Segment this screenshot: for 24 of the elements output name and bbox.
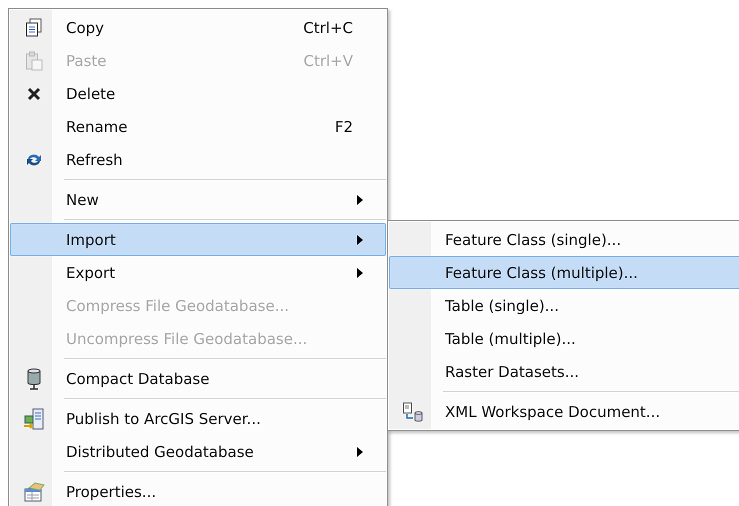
menu-item[interactable]: Refresh	[10, 143, 386, 176]
submenu-item[interactable]: Table (single)...	[389, 289, 739, 322]
properties-icon	[23, 482, 45, 502]
submenu-item[interactable]: Table (multiple)...	[389, 322, 739, 355]
submenu-item[interactable]: XML Workspace Document...	[389, 395, 739, 428]
menu-item[interactable]: Export	[10, 256, 386, 289]
database-icon	[25, 368, 43, 390]
menu-item[interactable]: Copy Ctrl+C	[10, 11, 386, 44]
delete-icon	[27, 86, 41, 100]
menu-item[interactable]: Properties...	[10, 475, 386, 506]
submenu-item[interactable]: Feature Class (multiple)...	[389, 256, 739, 289]
server-icon	[23, 408, 45, 430]
menu-item[interactable]: New	[10, 183, 386, 216]
document-to-database-icon	[402, 402, 424, 422]
submenu-item[interactable]: Raster Datasets...	[389, 355, 739, 388]
clipboard-icon	[25, 50, 43, 70]
submenu-item[interactable]: Feature Class (single)...	[389, 223, 739, 256]
menu-item[interactable]: Rename F2	[10, 110, 386, 143]
menu-item[interactable]: Import	[10, 223, 386, 256]
menu-item[interactable]: Delete	[10, 77, 386, 110]
menu-item[interactable]: Distributed Geodatabase	[10, 435, 386, 468]
copy-icon	[25, 18, 43, 38]
menu-item[interactable]: Compact Database	[10, 362, 386, 395]
menu-item[interactable]: Publish to ArcGIS Server...	[10, 402, 386, 435]
